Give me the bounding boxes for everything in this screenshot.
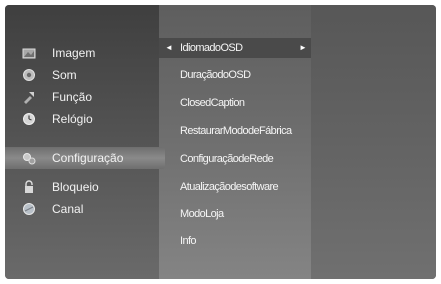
menu-item-label: Som (52, 68, 77, 82)
arrow-left-icon[interactable]: ◄ (165, 38, 173, 58)
setup-icon (22, 151, 36, 165)
submenu-item-label: IdiomadoOSD (180, 42, 243, 54)
submenu-item-label: Atualizaçãodesoftware (180, 181, 279, 193)
menu-item-funcao[interactable]: Função (5, 86, 159, 108)
menu-item-label: Configuração (52, 151, 124, 165)
menu-item-label: Canal (52, 202, 84, 216)
menu-item-imagem[interactable]: Imagem (5, 42, 159, 64)
function-icon (22, 90, 36, 104)
submenu-item-label: ConfiguraçãodeRede (180, 153, 274, 165)
clock-icon (22, 112, 36, 126)
submenu-item-label: ModoLoja (180, 208, 224, 220)
submenu-item-label: DuraçãodoOSD (180, 69, 251, 81)
submenu-item-modo-loja[interactable]: ModoLoja (159, 204, 311, 224)
submenu-item-atualizacao-software[interactable]: Atualizaçãodesoftware (159, 177, 311, 197)
submenu-item-duracao-osd[interactable]: DuraçãodoOSD (159, 65, 311, 85)
menu-item-configuracao[interactable]: Configuração (5, 147, 165, 169)
lock-icon (22, 180, 36, 194)
menu-item-bloqueio[interactable]: Bloqueio (5, 176, 159, 198)
submenu-item-idioma-osd[interactable]: ◄ IdiomadoOSD ► (159, 38, 311, 58)
arrow-right-icon[interactable]: ► (299, 38, 307, 58)
menu-item-label: Bloqueio (52, 180, 99, 194)
menu-item-som[interactable]: Som (5, 64, 159, 86)
submenu-item-label: RestaurarMododeFábrica (180, 125, 292, 137)
channel-icon (22, 202, 36, 216)
menu-item-relogio[interactable]: Relógio (5, 108, 159, 130)
preview-panel (311, 5, 436, 279)
menu-item-label: Relógio (52, 112, 93, 126)
submenu-item-restaurar-modo-fabrica[interactable]: RestaurarMododeFábrica (159, 121, 311, 141)
osd-menu-frame: Imagem Som Função Relógio Configuração B… (5, 5, 436, 279)
picture-icon (22, 46, 36, 60)
menu-item-canal[interactable]: Canal (5, 198, 159, 220)
submenu-item-closed-caption[interactable]: ClosedCaption (159, 93, 311, 113)
menu-item-label: Imagem (52, 46, 96, 60)
submenu-item-configuracao-rede[interactable]: ConfiguraçãodeRede (159, 149, 311, 169)
sound-icon (22, 68, 36, 82)
submenu-item-info[interactable]: Info (159, 231, 311, 251)
submenu-item-label: Info (180, 235, 197, 247)
submenu-item-label: ClosedCaption (180, 97, 245, 109)
menu-item-label: Função (52, 90, 93, 104)
